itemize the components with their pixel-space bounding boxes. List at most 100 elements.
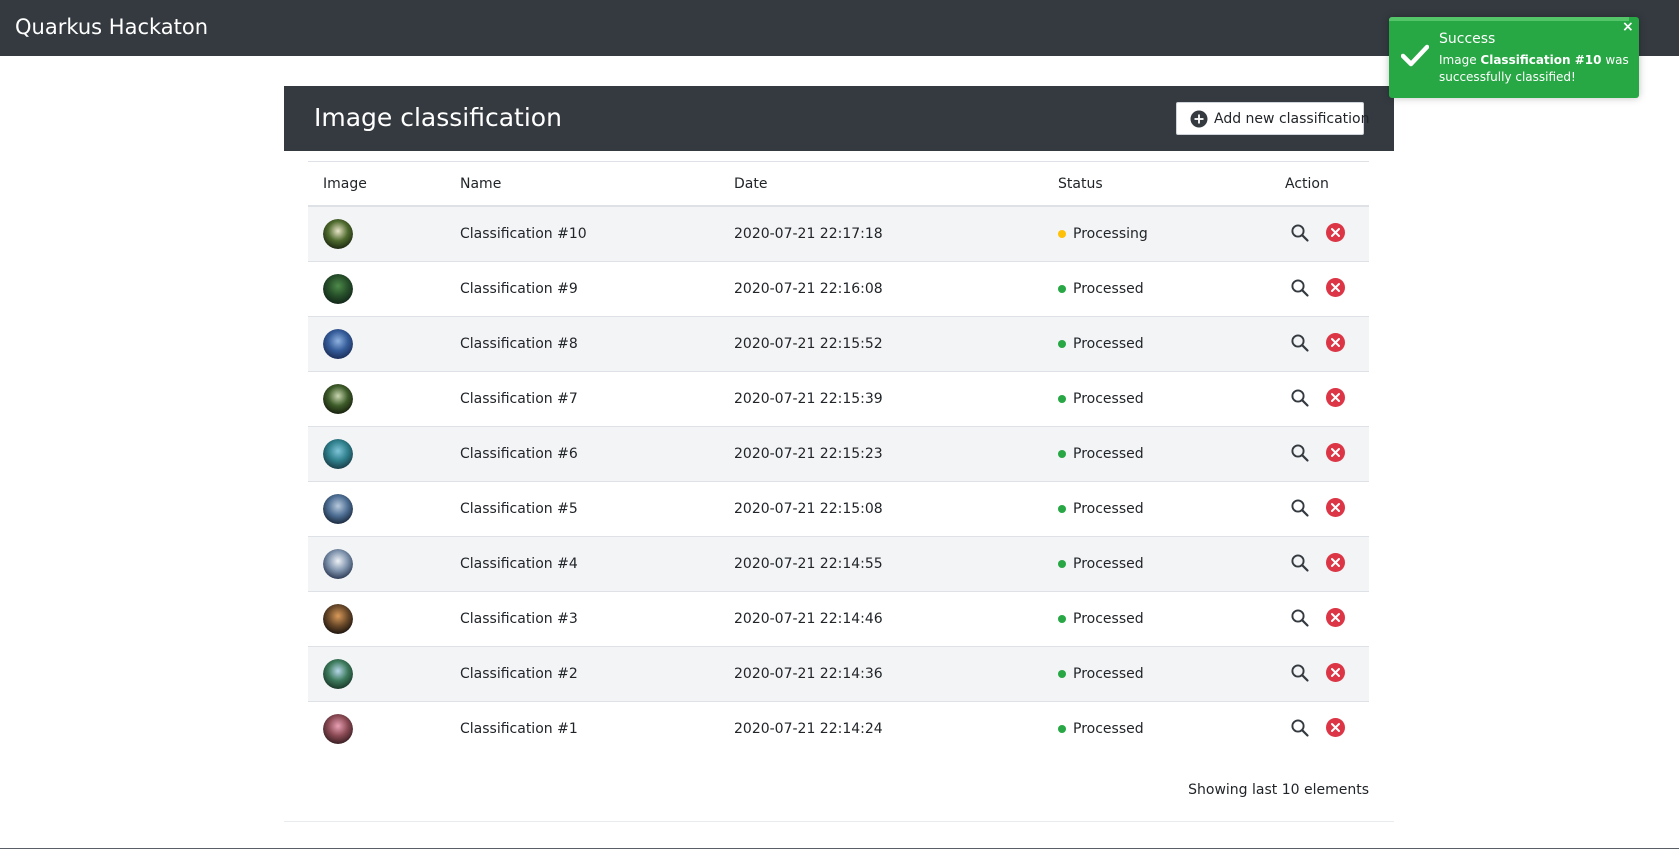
status-dot — [1058, 395, 1066, 403]
status-badge: Processed — [1058, 390, 1144, 408]
row-name: Classification #4 — [460, 556, 578, 572]
thumbnail-image[interactable] — [323, 274, 353, 304]
row-name: Classification #1 — [460, 721, 578, 737]
delete-icon[interactable] — [1325, 717, 1346, 738]
search-icon[interactable] — [1290, 333, 1310, 353]
status-text: Processing — [1073, 226, 1148, 242]
toast-message: Image Classification #10 was successfull… — [1439, 52, 1629, 86]
table-row: Classification #1 2020-07-21 22:14:24 Proc… — [308, 702, 1369, 757]
toast-progress-bar — [1389, 17, 1629, 21]
delete-icon[interactable] — [1325, 222, 1346, 243]
table-row: Classification #3 2020-07-21 22:14:46 Proc… — [308, 592, 1369, 647]
status-text: Processed — [1073, 446, 1144, 462]
row-date: 2020-07-21 22:15:23 — [734, 446, 883, 462]
thumbnail-image[interactable] — [323, 494, 353, 524]
add-classification-label: Add new classification — [1214, 110, 1370, 127]
table-body: Classification #10 2020-07-21 22:17:18 Pro… — [308, 207, 1369, 757]
thumbnail-image[interactable] — [323, 329, 353, 359]
row-date: 2020-07-21 22:16:08 — [734, 281, 883, 297]
card-header: Image classification Add new classificat… — [284, 86, 1394, 151]
delete-icon[interactable] — [1325, 662, 1346, 683]
status-badge: Processing — [1058, 225, 1148, 243]
add-classification-button[interactable]: Add new classification — [1176, 102, 1370, 135]
row-name: Classification #3 — [460, 611, 578, 627]
row-name: Classification #7 — [460, 391, 578, 407]
status-text: Processed — [1073, 501, 1144, 517]
search-icon[interactable] — [1290, 608, 1310, 628]
status-badge: Processed — [1058, 335, 1144, 353]
row-date: 2020-07-21 22:15:52 — [734, 336, 883, 352]
search-icon[interactable] — [1290, 498, 1310, 518]
delete-icon[interactable] — [1325, 497, 1346, 518]
table-footer-text: Showing last 10 elements — [1188, 782, 1369, 798]
toast-close-button[interactable]: × — [1622, 20, 1634, 34]
delete-icon[interactable] — [1325, 607, 1346, 628]
table-row: Classification #2 2020-07-21 22:14:36 Proc… — [308, 647, 1369, 702]
status-dot — [1058, 560, 1066, 568]
toast-message-prefix: Image — [1439, 53, 1481, 67]
status-text: Processed — [1073, 611, 1144, 627]
toast-message-bold: Classification #10 — [1480, 53, 1602, 67]
thumbnail-image[interactable] — [323, 604, 353, 634]
row-name: Classification #9 — [460, 281, 578, 297]
status-dot — [1058, 340, 1066, 348]
status-badge: Processed — [1058, 720, 1144, 738]
thumbnail-image[interactable] — [323, 219, 353, 249]
thumbnail-image[interactable] — [323, 439, 353, 469]
row-name: Classification #5 — [460, 501, 578, 517]
status-text: Processed — [1073, 281, 1144, 297]
row-date: 2020-07-21 22:15:39 — [734, 391, 883, 407]
row-date: 2020-07-21 22:15:08 — [734, 501, 883, 517]
plus-circle-icon — [1190, 110, 1208, 128]
navbar-brand[interactable]: Quarkus Hackaton — [15, 13, 208, 41]
status-dot — [1058, 450, 1066, 458]
search-icon[interactable] — [1290, 278, 1310, 298]
status-text: Processed — [1073, 391, 1144, 407]
row-date: 2020-07-21 22:14:46 — [734, 611, 883, 627]
table-header: Image Name Date Status Action — [308, 162, 1369, 207]
search-icon[interactable] — [1290, 223, 1310, 243]
check-icon — [1400, 43, 1430, 67]
status-badge: Processed — [1058, 665, 1144, 683]
search-icon[interactable] — [1290, 553, 1310, 573]
row-name: Classification #6 — [460, 446, 578, 462]
status-badge: Processed — [1058, 445, 1144, 463]
status-text: Processed — [1073, 336, 1144, 352]
search-icon[interactable] — [1290, 663, 1310, 683]
status-text: Processed — [1073, 556, 1144, 572]
status-dot — [1058, 505, 1066, 513]
search-icon[interactable] — [1290, 718, 1310, 738]
search-icon[interactable] — [1290, 388, 1310, 408]
thumbnail-image[interactable] — [323, 659, 353, 689]
table-row: Classification #7 2020-07-21 22:15:39 Proc… — [308, 372, 1369, 427]
status-dot — [1058, 670, 1066, 678]
row-date: 2020-07-21 22:14:36 — [734, 666, 883, 682]
row-name: Classification #8 — [460, 336, 578, 352]
status-dot — [1058, 615, 1066, 623]
status-text: Processed — [1073, 666, 1144, 682]
thumbnail-image[interactable] — [323, 714, 353, 744]
table-row: Classification #9 2020-07-21 22:16:08 Proc… — [308, 262, 1369, 317]
thumbnail-image[interactable] — [323, 549, 353, 579]
delete-icon[interactable] — [1325, 332, 1346, 353]
page-title: Image classification — [314, 103, 562, 132]
header-date: Date — [734, 176, 768, 192]
status-badge: Processed — [1058, 610, 1144, 628]
table-row: Classification #4 2020-07-21 22:14:55 Proc… — [308, 537, 1369, 592]
delete-icon[interactable] — [1325, 552, 1346, 573]
status-badge: Processed — [1058, 280, 1144, 298]
delete-icon[interactable] — [1325, 442, 1346, 463]
status-dot — [1058, 285, 1066, 293]
header-action: Action — [1285, 176, 1329, 192]
thumbnail-image[interactable] — [323, 384, 353, 414]
search-icon[interactable] — [1290, 443, 1310, 463]
table-row: Classification #8 2020-07-21 22:15:52 Proc… — [308, 317, 1369, 372]
header-name: Name — [460, 176, 502, 192]
row-date: 2020-07-21 22:17:18 — [734, 226, 883, 242]
row-date: 2020-07-21 22:14:55 — [734, 556, 883, 572]
status-badge: Processed — [1058, 500, 1144, 518]
delete-icon[interactable] — [1325, 387, 1346, 408]
status-dot — [1058, 725, 1066, 733]
table-row: Classification #5 2020-07-21 22:15:08 Proc… — [308, 482, 1369, 537]
delete-icon[interactable] — [1325, 277, 1346, 298]
